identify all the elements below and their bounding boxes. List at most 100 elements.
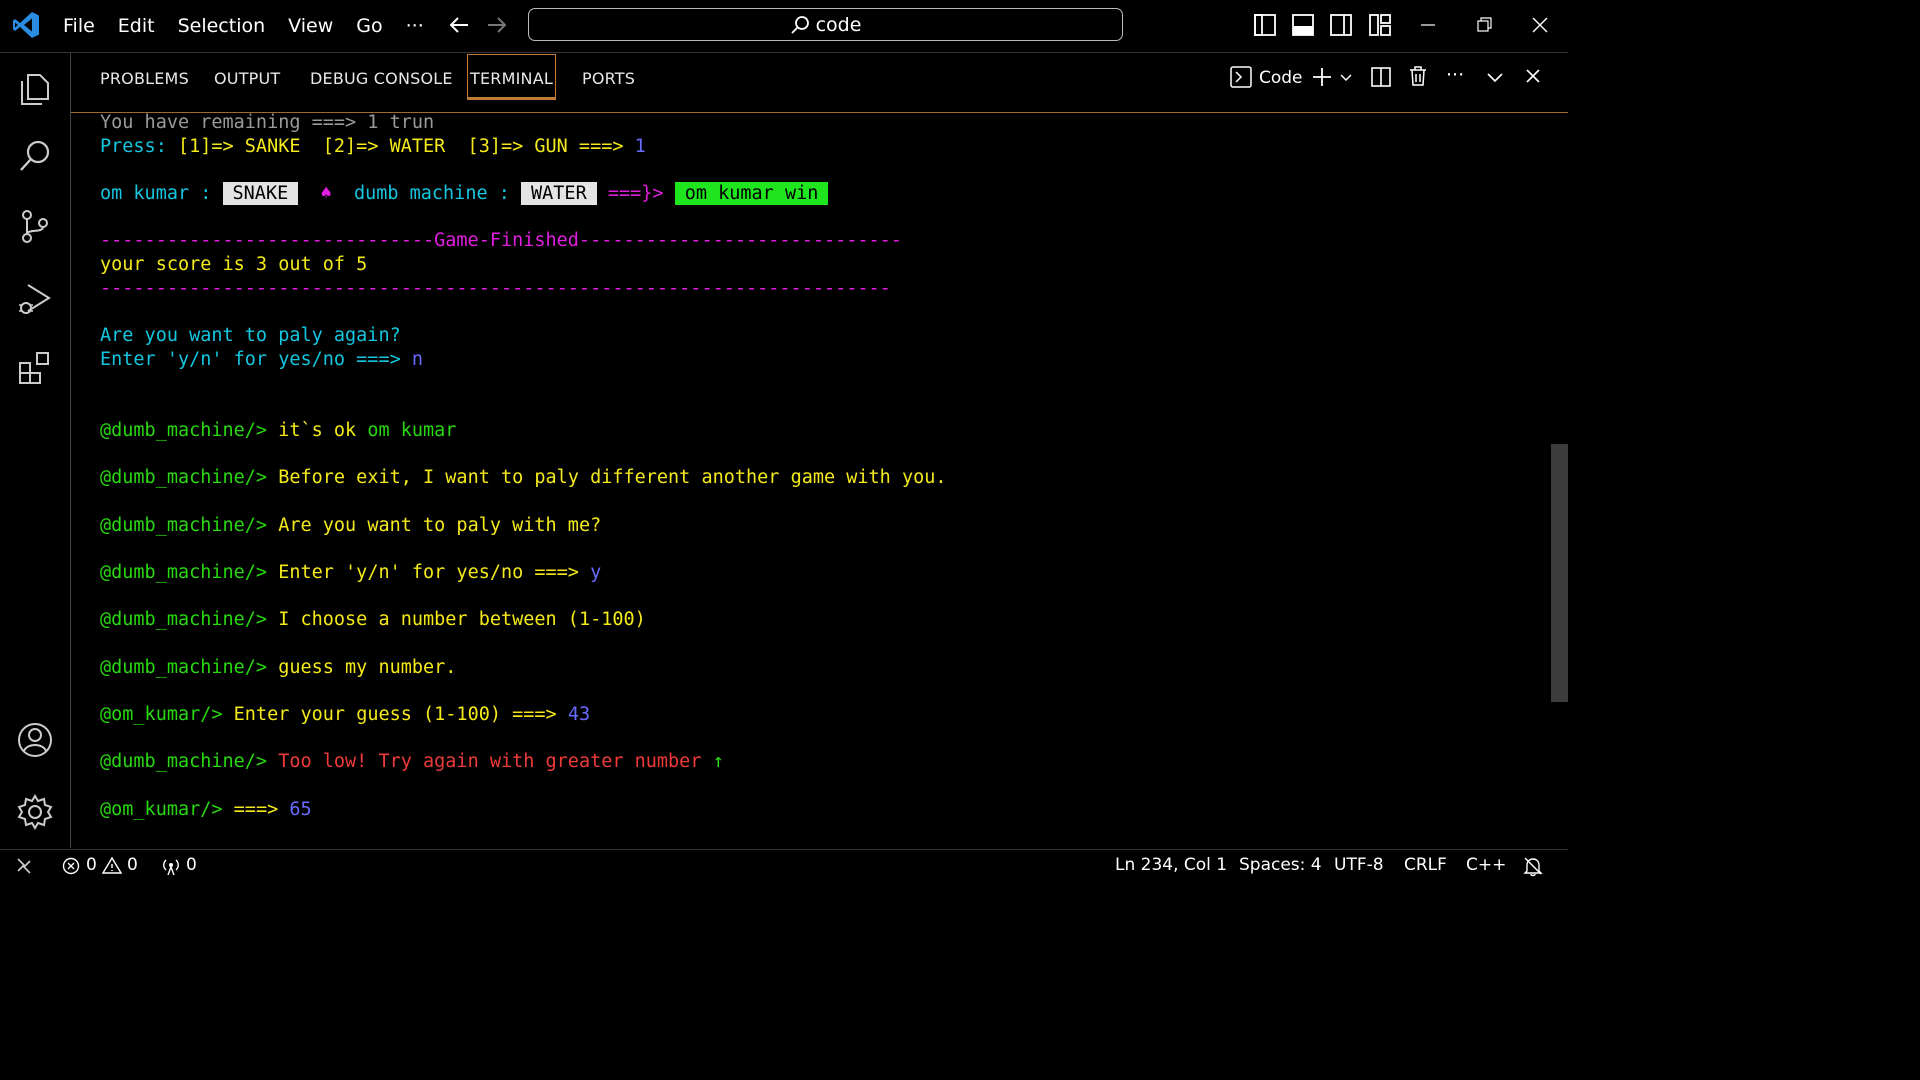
- manage-gear-icon[interactable]: [16, 793, 54, 831]
- menu-bar: File Edit Selection View Go ···: [63, 0, 447, 52]
- press-value: 1: [634, 136, 646, 157]
- message-text: Are you want to paly with me?: [278, 515, 602, 536]
- terminal-instance-label[interactable]: Code: [1259, 68, 1303, 88]
- machine-prompt: @dumb_machine/>: [100, 751, 268, 772]
- run-debug-icon[interactable]: [16, 279, 54, 317]
- menu-selection[interactable]: Selection: [178, 15, 266, 37]
- terminal-scrollbar[interactable]: [1551, 444, 1568, 702]
- indentation[interactable]: Spaces: 4: [1239, 855, 1322, 875]
- toggle-primary-sidebar-icon[interactable]: [1253, 13, 1277, 37]
- up-arrow-icon: ↑: [712, 751, 724, 772]
- terminal-icon: [1230, 66, 1252, 88]
- player-choice-badge: SNAKE: [222, 182, 299, 205]
- back-arrow-icon[interactable]: [446, 12, 472, 38]
- input-value: 43: [567, 704, 591, 725]
- title-bar: File Edit Selection View Go ··· code: [0, 0, 1568, 53]
- menu-view[interactable]: View: [288, 15, 333, 37]
- tab-terminal[interactable]: TERMINAL: [467, 54, 556, 100]
- user-prompt: @om_kumar/>: [100, 704, 223, 725]
- machine-label: dumb machine :: [353, 183, 510, 204]
- tab-ports[interactable]: PORTS: [582, 69, 635, 88]
- prompt-text: Enter 'y/n' for yes/no ===>: [100, 349, 401, 370]
- terminal-line: @dumb_machine/> guess my number.: [100, 656, 456, 680]
- terminal-line: @dumb_machine/> Before exit, I want to p…: [100, 466, 947, 490]
- terminal-line: Press: [1]=> SANKE [2]=> WATER [3]=> GUN…: [100, 135, 646, 159]
- terminal-output[interactable]: You have remaining ===> 1 trun Press: [1…: [71, 113, 1551, 848]
- message-text: it`s ok: [278, 420, 357, 441]
- kill-terminal-trash-icon[interactable]: [1408, 65, 1428, 87]
- notifications-bell-icon[interactable]: [1522, 855, 1544, 877]
- restore-icon[interactable]: [1473, 14, 1495, 36]
- ports-count[interactable]: 0: [186, 855, 197, 875]
- tab-debug-console[interactable]: DEBUG CONSOLE: [310, 69, 453, 88]
- close-window-icon[interactable]: [1529, 14, 1551, 36]
- toggle-secondary-sidebar-icon[interactable]: [1329, 13, 1353, 37]
- remote-icon[interactable]: [14, 857, 34, 875]
- terminal-line: @dumb_machine/> it`s ok om kumar: [100, 419, 456, 443]
- search-icon: [790, 15, 809, 34]
- message-text: Before exit, I want to paly different an…: [278, 467, 947, 488]
- chevron-down-icon[interactable]: [1339, 70, 1353, 84]
- extensions-icon[interactable]: [16, 349, 54, 387]
- encoding[interactable]: UTF-8: [1334, 855, 1384, 875]
- tab-output[interactable]: OUTPUT: [214, 69, 280, 88]
- account-icon[interactable]: [16, 721, 54, 759]
- minimize-icon[interactable]: [1417, 14, 1439, 36]
- message-text: Enter your guess (1-100) ===>: [233, 704, 557, 725]
- result-badge: om kumar win: [674, 182, 829, 205]
- terminal-line: @dumb_machine/> Enter 'y/n' for yes/no =…: [100, 561, 601, 585]
- broadcast-ports-icon[interactable]: [160, 856, 182, 876]
- command-center-search[interactable]: code: [528, 8, 1123, 41]
- search-sidebar-icon[interactable]: [16, 137, 54, 175]
- terminal-line: @dumb_machine/> Are you want to paly wit…: [100, 514, 601, 538]
- menu-more[interactable]: ···: [406, 15, 424, 37]
- terminal-line: Enter 'y/n' for yes/no ===> n: [100, 348, 423, 372]
- input-value: y: [590, 562, 602, 583]
- menu-edit[interactable]: Edit: [118, 15, 155, 37]
- toggle-panel-icon[interactable]: [1291, 13, 1315, 37]
- machine-prompt: @dumb_machine/>: [100, 467, 268, 488]
- language-mode[interactable]: C++: [1466, 855, 1506, 875]
- error-icon[interactable]: [62, 857, 80, 875]
- explorer-icon[interactable]: [16, 69, 54, 107]
- separator-line: ----------------------------------------…: [100, 278, 891, 299]
- machine-prompt: @dumb_machine/>: [100, 515, 268, 536]
- end-of-line[interactable]: CRLF: [1404, 855, 1447, 875]
- result-arrow: ===}>: [607, 183, 664, 204]
- warning-icon[interactable]: [102, 856, 122, 875]
- error-count[interactable]: 0: [86, 855, 97, 875]
- split-terminal-icon[interactable]: [1370, 66, 1392, 88]
- more-actions-icon[interactable]: ···: [1446, 64, 1464, 86]
- customize-layout-icon[interactable]: [1368, 13, 1392, 37]
- close-panel-icon[interactable]: [1524, 67, 1542, 85]
- terminal-line: Are you want to paly again?: [100, 325, 401, 346]
- status-bar: 0 0 0 Ln 234, Col 1 Spaces: 4 UTF-8 CRLF…: [0, 849, 1568, 882]
- cursor-position[interactable]: Ln 234, Col 1: [1115, 855, 1227, 875]
- separator-line: ------------------------------Game-Finis…: [100, 230, 902, 251]
- terminal-line: @om_kumar/> Enter your guess (1-100) ===…: [100, 703, 590, 727]
- spade-icon: ♠: [320, 183, 332, 204]
- message-text: Enter 'y/n' for yes/no ===>: [278, 562, 579, 583]
- message-text: guess my number.: [278, 657, 457, 678]
- message-text: I choose a number between (1-100): [278, 609, 646, 630]
- tab-problems[interactable]: PROBLEMS: [100, 69, 189, 88]
- source-control-icon[interactable]: [16, 207, 54, 245]
- message-name: om kumar: [367, 420, 457, 441]
- maximize-panel-chevron-icon[interactable]: [1486, 68, 1504, 86]
- machine-prompt: @dumb_machine/>: [100, 657, 268, 678]
- prompt-text: ===>: [233, 799, 279, 820]
- input-value: 65: [289, 799, 312, 820]
- menu-file[interactable]: File: [63, 15, 95, 37]
- command-center-label: code: [815, 13, 862, 36]
- machine-prompt: @dumb_machine/>: [100, 609, 268, 630]
- menu-go[interactable]: Go: [356, 15, 382, 37]
- forward-arrow-icon[interactable]: [484, 12, 510, 38]
- warning-count[interactable]: 0: [127, 855, 138, 875]
- vscode-logo-icon: [13, 12, 39, 38]
- activity-bar: [0, 53, 71, 848]
- new-terminal-plus-icon[interactable]: [1311, 66, 1333, 88]
- terminal-line: @dumb_machine/> I choose a number betwee…: [100, 608, 646, 632]
- terminal-line: @dumb_machine/> Too low! Try again with …: [100, 750, 724, 774]
- press-label: Press:: [100, 136, 167, 157]
- press-options: [1]=> SANKE [2]=> WATER [3]=> GUN ===>: [177, 136, 624, 157]
